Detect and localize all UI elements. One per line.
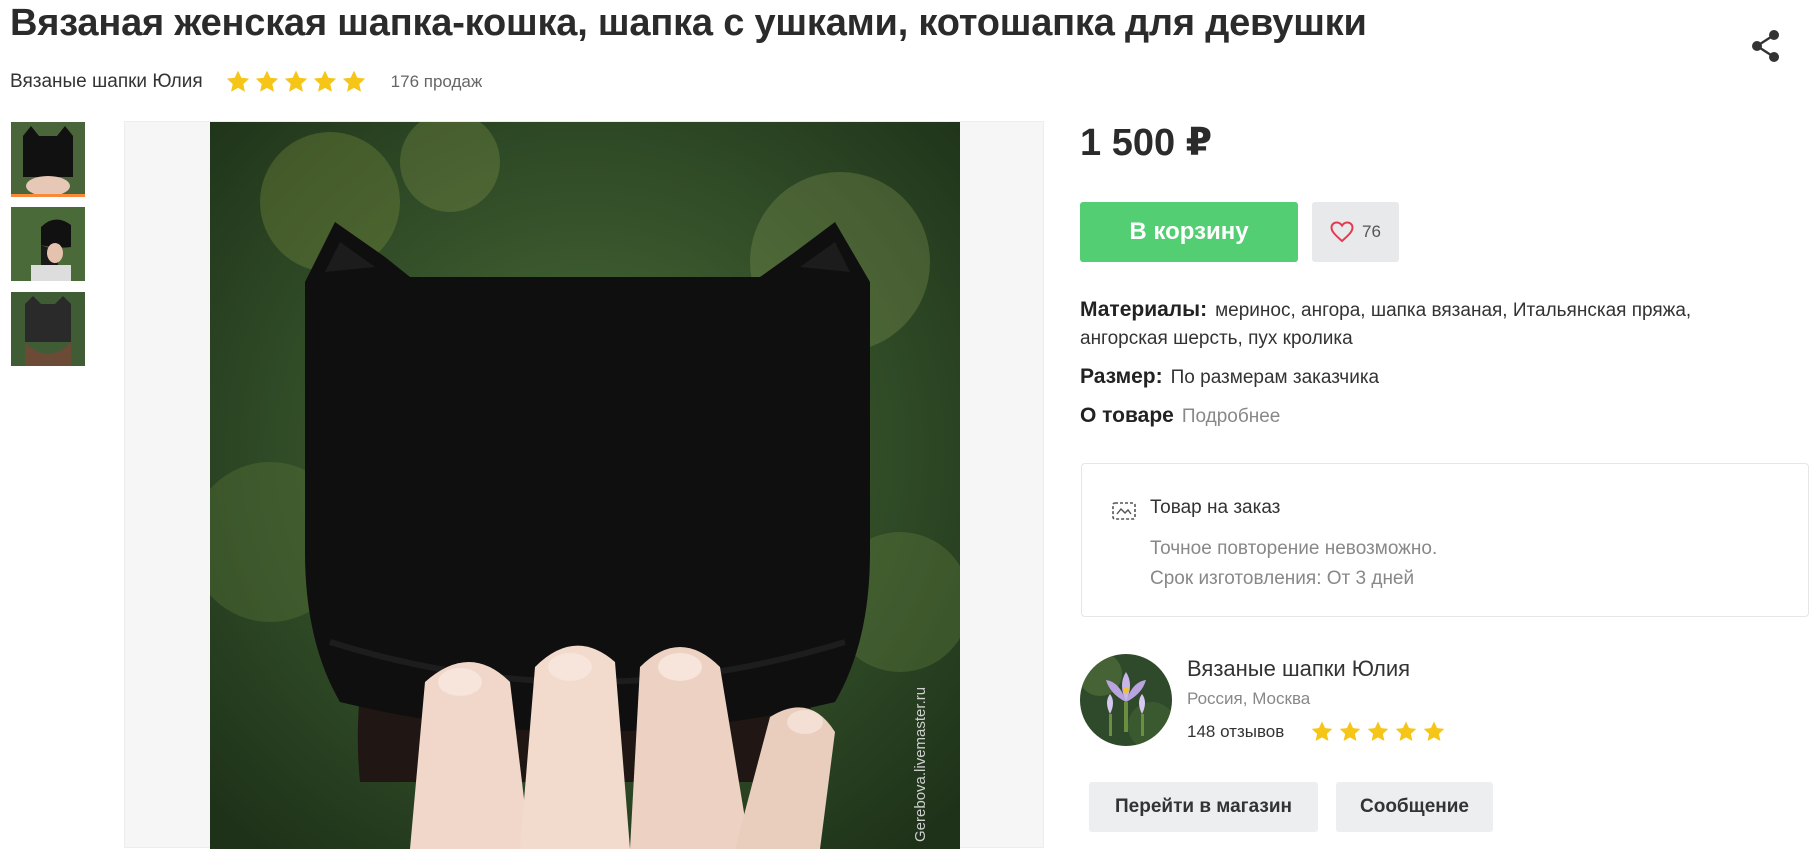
made-to-order-icon xyxy=(1112,502,1136,520)
main-product-photo: Gerebova.livemaster.ru xyxy=(210,122,960,849)
seller-card: Вязаные шапки Юлия Россия, Москва 148 от… xyxy=(1080,654,1780,754)
add-to-cart-button[interactable]: В корзину xyxy=(1080,202,1298,262)
made-to-order-title: Товар на заказ xyxy=(1150,497,1281,518)
made-to-order-box: Товар на заказ Точное повторение невозмо… xyxy=(1081,463,1809,617)
about-more-link[interactable]: Подробнее xyxy=(1182,406,1281,427)
shop-link[interactable]: Вязаные шапки Юлия xyxy=(10,71,203,93)
star-icon xyxy=(226,70,249,92)
star-icon xyxy=(1367,721,1389,741)
favorite-button[interactable]: 76 xyxy=(1312,202,1399,262)
sales-count: 176 продаж xyxy=(390,72,483,91)
star-icon xyxy=(1395,721,1417,741)
watermark-text: Gerebova.livemaster.ru xyxy=(912,687,929,842)
star-icon xyxy=(342,70,365,92)
about-label: О товаре xyxy=(1080,404,1174,427)
share-icon[interactable] xyxy=(1748,26,1784,66)
heart-icon xyxy=(1330,221,1354,243)
star-icon xyxy=(1339,721,1361,741)
main-gallery[interactable]: Gerebova.livemaster.ru xyxy=(124,121,1044,849)
star-icon xyxy=(313,70,336,92)
thumbnail-2[interactable] xyxy=(11,207,85,281)
seller-avatar[interactable] xyxy=(1080,654,1172,746)
seller-reviews[interactable]: 148 отзывов xyxy=(1187,722,1284,742)
about-row: О товаре Подробнее xyxy=(1080,402,1780,431)
go-to-shop-button[interactable]: Перейти в магазин xyxy=(1089,782,1318,832)
thumbnail-1[interactable] xyxy=(11,122,85,197)
price: 1 500 ₽ xyxy=(1080,122,1213,164)
product-subline: Вязаные шапки Юлия 176 продаж xyxy=(10,68,482,96)
favorites-count: 76 xyxy=(1362,222,1381,241)
product-rating xyxy=(225,69,367,95)
made-to-order-note: Точное повторение невозможно. xyxy=(1150,538,1438,559)
thumbnail-3[interactable] xyxy=(11,292,85,366)
seller-rating xyxy=(1310,720,1446,744)
star-icon xyxy=(1423,721,1445,741)
seller-location: Россия, Москва xyxy=(1187,689,1311,708)
star-icon xyxy=(255,70,278,92)
size-value: По размерам заказчика xyxy=(1170,367,1380,388)
production-time: Срок изготовления: От 3 дней xyxy=(1150,568,1415,589)
seller-name[interactable]: Вязаные шапки Юлия xyxy=(1187,656,1410,682)
materials-label: Материалы: xyxy=(1080,298,1208,321)
star-icon xyxy=(1311,721,1333,741)
message-button[interactable]: Сообщение xyxy=(1336,782,1493,832)
product-title: Вязаная женская шапка-кошка, шапка с ушк… xyxy=(10,2,1367,44)
star-icon xyxy=(284,70,307,92)
size-row: Размер: По размерам заказчика xyxy=(1080,363,1780,392)
size-label: Размер: xyxy=(1080,365,1163,388)
product-properties: Материалы: меринос, ангора, шапка вязаная… xyxy=(1080,296,1780,441)
materials-row: Материалы: меринос, ангора, шапка вязаная… xyxy=(1080,296,1780,353)
